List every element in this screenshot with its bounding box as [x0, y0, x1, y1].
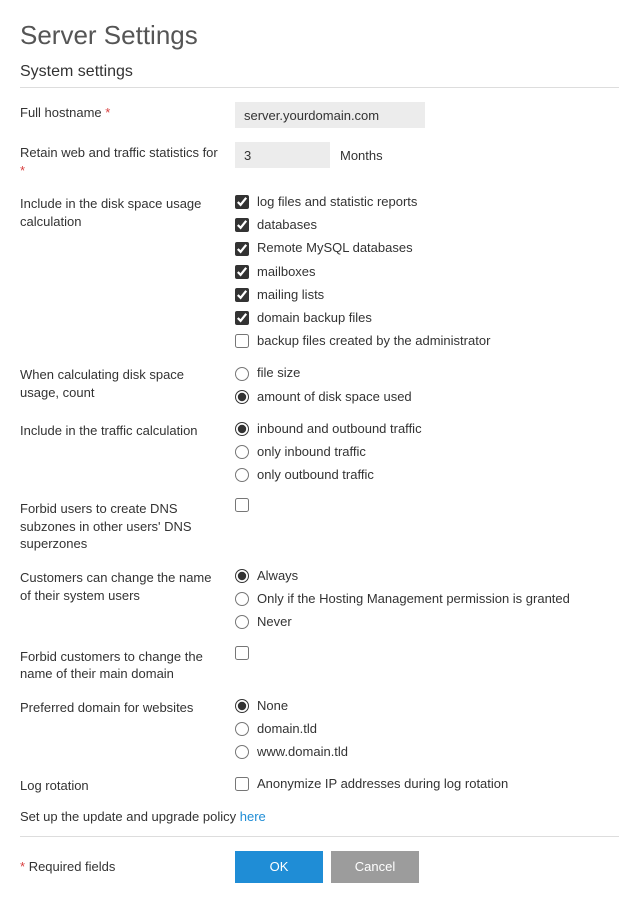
traffic-both-radio[interactable] [235, 422, 249, 436]
preferred-domain-label: Preferred domain for websites [20, 697, 235, 717]
required-star-icon: * [20, 163, 25, 178]
traffic-outbound-radio[interactable] [235, 468, 249, 482]
policy-link[interactable]: here [240, 809, 266, 824]
preferred-domain-www-label: www.domain.tld [257, 743, 348, 761]
preferred-domain-none-label: None [257, 697, 288, 715]
traffic-outbound-label: only outbound traffic [257, 466, 374, 484]
hostname-label: Full hostname [20, 105, 102, 120]
retain-label: Retain web and traffic statistics for [20, 145, 218, 160]
disk-count-label: When calculating disk space usage, count [20, 364, 235, 401]
disk-usage-log-files-checkbox[interactable] [235, 195, 249, 209]
preferred-domain-www-radio[interactable] [235, 745, 249, 759]
log-rotation-anonymize-checkbox[interactable] [235, 777, 249, 791]
forbid-main-domain-label: Forbid customers to change the name of t… [20, 646, 235, 683]
disk-usage-databases-checkbox[interactable] [235, 218, 249, 232]
disk-count-file-size-label: file size [257, 364, 300, 382]
required-star-icon: * [20, 859, 25, 874]
traffic-inbound-label: only inbound traffic [257, 443, 366, 461]
required-fields-note: * Required fields [20, 859, 235, 874]
policy-prefix: Set up the update and upgrade policy [20, 809, 240, 824]
page-title: Server Settings [20, 20, 619, 51]
customers-sysusers-label: Customers can change the name of their s… [20, 567, 235, 604]
log-rotation-anonymize-label: Anonymize IP addresses during log rotati… [257, 775, 508, 793]
sysusers-never-radio[interactable] [235, 615, 249, 629]
sysusers-permission-label: Only if the Hosting Management permissio… [257, 590, 570, 608]
disk-usage-domain-backup-label: domain backup files [257, 309, 372, 327]
disk-usage-databases-label: databases [257, 216, 317, 234]
hostname-input[interactable] [235, 102, 425, 128]
disk-usage-remote-mysql-checkbox[interactable] [235, 242, 249, 256]
traffic-both-label: inbound and outbound traffic [257, 420, 422, 438]
log-rotation-label: Log rotation [20, 775, 235, 795]
disk-usage-admin-backup-label: backup files created by the administrato… [257, 332, 490, 350]
disk-count-amount-radio[interactable] [235, 390, 249, 404]
preferred-domain-none-radio[interactable] [235, 699, 249, 713]
forbid-dns-checkbox[interactable] [235, 498, 249, 512]
disk-usage-admin-backup-checkbox[interactable] [235, 334, 249, 348]
section-divider [20, 87, 619, 88]
preferred-domain-bare-radio[interactable] [235, 722, 249, 736]
forbid-main-domain-checkbox[interactable] [235, 646, 249, 660]
preferred-domain-bare-label: domain.tld [257, 720, 317, 738]
policy-text: Set up the update and upgrade policy her… [20, 809, 619, 824]
sysusers-permission-radio[interactable] [235, 592, 249, 606]
required-star-icon: * [105, 105, 110, 120]
disk-count-file-size-radio[interactable] [235, 367, 249, 381]
footer-divider [20, 836, 619, 837]
disk-usage-log-files-label: log files and statistic reports [257, 193, 417, 211]
disk-usage-mailing-lists-checkbox[interactable] [235, 288, 249, 302]
disk-usage-label: Include in the disk space usage calculat… [20, 193, 235, 230]
disk-usage-remote-mysql-label: Remote MySQL databases [257, 239, 413, 257]
sysusers-never-label: Never [257, 613, 292, 631]
disk-usage-mailboxes-checkbox[interactable] [235, 265, 249, 279]
disk-usage-domain-backup-checkbox[interactable] [235, 311, 249, 325]
forbid-dns-label: Forbid users to create DNS subzones in o… [20, 498, 235, 553]
sysusers-always-radio[interactable] [235, 569, 249, 583]
retain-input[interactable] [235, 142, 330, 168]
sysusers-always-label: Always [257, 567, 298, 585]
disk-usage-mailing-lists-label: mailing lists [257, 286, 324, 304]
section-title: System settings [20, 63, 619, 81]
required-fields-text: Required fields [29, 859, 116, 874]
traffic-inbound-radio[interactable] [235, 445, 249, 459]
retain-unit: Months [340, 148, 383, 163]
traffic-calc-label: Include in the traffic calculation [20, 420, 235, 440]
disk-count-amount-label: amount of disk space used [257, 388, 412, 406]
disk-usage-mailboxes-label: mailboxes [257, 263, 316, 281]
